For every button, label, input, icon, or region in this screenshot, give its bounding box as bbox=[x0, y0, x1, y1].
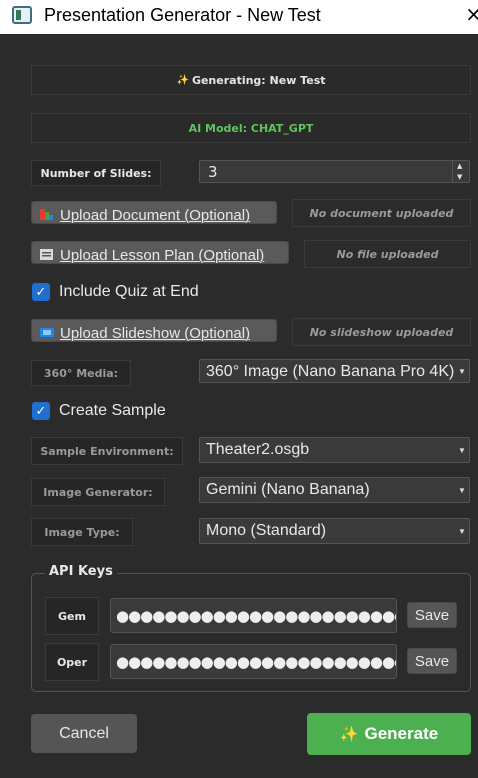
slides-value: 3 bbox=[208, 163, 218, 181]
spin-up-icon[interactable]: ▲ bbox=[457, 162, 462, 170]
app-icon bbox=[12, 6, 32, 24]
chevron-down-icon[interactable]: ▼ bbox=[455, 519, 469, 543]
cancel-button[interactable]: Cancel bbox=[31, 714, 137, 753]
generating-banner: ✨ Generating: New Test bbox=[31, 65, 471, 95]
title-bar: Presentation Generator - New Test × bbox=[0, 0, 478, 34]
openai-key-label: Oper bbox=[45, 643, 99, 681]
slideshow-status: No slideshow uploaded bbox=[292, 318, 471, 346]
spin-down-icon[interactable]: ▼ bbox=[457, 173, 462, 181]
sample-environment-select[interactable]: Theater2.osgb ▼ bbox=[199, 437, 470, 463]
image-generator-label: Image Generator: bbox=[31, 478, 165, 506]
check-icon: ✓ bbox=[35, 403, 47, 419]
sample-checkbox[interactable]: ✓ bbox=[32, 402, 50, 420]
generating-label: Generating: New Test bbox=[191, 73, 326, 87]
ai-model-banner: AI Model: CHAT_GPT bbox=[31, 113, 471, 143]
sample-environment-value: Theater2.osgb bbox=[206, 441, 310, 458]
gem-key-label: Gem bbox=[45, 597, 99, 635]
document-icon bbox=[40, 209, 53, 220]
media-select[interactable]: 360° Image (Nano Banana Pro 4K) ▼ bbox=[199, 359, 470, 383]
image-type-select[interactable]: Mono (Standard) ▼ bbox=[199, 518, 470, 544]
chevron-down-icon[interactable]: ▼ bbox=[455, 438, 469, 462]
generate-label: Generate bbox=[364, 724, 439, 743]
openai-key-input[interactable]: ●●●●●●●●●●●●●●●●●●●●●●●●●● bbox=[110, 644, 397, 679]
quiz-label: Include Quiz at End bbox=[59, 283, 199, 300]
gem-key-input[interactable]: ●●●●●●●●●●●●●●●●●●●●●●●●●● bbox=[110, 598, 397, 633]
window-title: Presentation Generator - New Test bbox=[44, 5, 321, 25]
sample-environment-label: Sample Environment: bbox=[31, 437, 183, 465]
upload-document-button[interactable]: Upload Document (Optional) bbox=[31, 201, 277, 224]
media-label: 360° Media: bbox=[31, 360, 131, 386]
upload-slideshow-label: Upload Slideshow (Optional) bbox=[60, 325, 251, 342]
image-generator-value: Gemini (Nano Banana) bbox=[206, 481, 370, 498]
quiz-checkbox[interactable]: ✓ bbox=[32, 283, 50, 301]
gem-save-button[interactable]: Save bbox=[407, 602, 457, 628]
wand-icon: ✨ bbox=[339, 726, 359, 743]
upload-document-label: Upload Document (Optional) bbox=[60, 207, 251, 224]
image-type-value: Mono (Standard) bbox=[206, 522, 327, 539]
generate-button[interactable]: ✨ Generate bbox=[307, 713, 471, 755]
slides-label: Number of Slides: bbox=[31, 160, 161, 186]
sample-label: Create Sample bbox=[59, 402, 166, 419]
api-keys-title: API Keys bbox=[45, 564, 117, 579]
image-generator-select[interactable]: Gemini (Nano Banana) ▼ bbox=[199, 477, 470, 503]
chevron-down-icon[interactable]: ▼ bbox=[455, 478, 469, 502]
document-status: No document uploaded bbox=[292, 199, 471, 227]
ai-model-label: AI Model: CHAT_GPT bbox=[188, 121, 314, 135]
openai-save-button[interactable]: Save bbox=[407, 648, 457, 674]
upload-lesson-plan-label: Upload Lesson Plan (Optional) bbox=[60, 247, 265, 264]
wand-icon: ✨ bbox=[176, 74, 189, 86]
close-icon[interactable]: × bbox=[465, 2, 478, 26]
spin-arrows[interactable]: ▲ ▼ bbox=[452, 161, 469, 182]
chevron-down-icon[interactable]: ▼ bbox=[455, 360, 469, 382]
slideshow-icon bbox=[40, 328, 54, 337]
upload-lesson-plan-button[interactable]: Upload Lesson Plan (Optional) bbox=[31, 241, 289, 264]
check-icon: ✓ bbox=[35, 284, 47, 300]
upload-slideshow-button[interactable]: Upload Slideshow (Optional) bbox=[31, 319, 277, 342]
media-value: 360° Image (Nano Banana Pro 4K) bbox=[206, 363, 455, 380]
image-type-label: Image Type: bbox=[31, 518, 133, 546]
notepad-icon bbox=[40, 249, 53, 260]
slides-spinbox[interactable]: 3 ▲ ▼ bbox=[199, 160, 470, 183]
lesson-plan-status: No file uploaded bbox=[304, 240, 471, 268]
